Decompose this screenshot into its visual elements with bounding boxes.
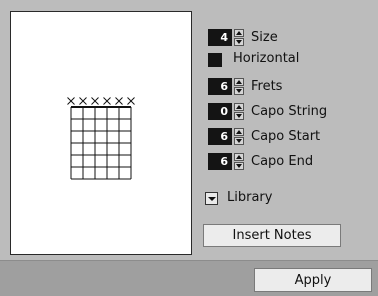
chord-diagram-preview: [10, 11, 192, 255]
spin-up-icon[interactable]: [234, 77, 244, 86]
spin-down-icon[interactable]: [234, 161, 244, 170]
size-value[interactable]: 4: [208, 28, 232, 46]
chord-diagram: [67, 97, 135, 180]
capo-end-value[interactable]: 6: [208, 152, 232, 170]
frets-label: Frets: [251, 78, 283, 94]
library-dropdown[interactable]: [205, 192, 218, 205]
spin-down-icon[interactable]: [234, 37, 244, 46]
spin-down-icon[interactable]: [234, 86, 244, 95]
apply-button[interactable]: Apply: [254, 268, 372, 292]
capo-end-control: 6 Capo End: [208, 152, 313, 170]
capo-end-spinner[interactable]: [234, 152, 244, 170]
spin-up-icon[interactable]: [234, 127, 244, 136]
chord-editor-panel: 4 Size Horizontal 6 Frets 0 Capo String …: [0, 0, 378, 260]
horizontal-checkbox[interactable]: [208, 53, 222, 67]
size-spinner[interactable]: [234, 28, 244, 46]
spin-up-icon[interactable]: [234, 28, 244, 37]
capo-string-value[interactable]: 0: [208, 102, 232, 120]
capo-start-control: 6 Capo Start: [208, 127, 320, 145]
frets-control: 6 Frets: [208, 77, 282, 95]
capo-string-spinner[interactable]: [234, 102, 244, 120]
capo-string-label: Capo String: [251, 103, 328, 119]
horizontal-label: Horizontal: [233, 51, 300, 66]
spin-down-icon[interactable]: [234, 136, 244, 145]
library-label: Library: [227, 190, 273, 205]
spin-up-icon[interactable]: [234, 152, 244, 161]
spin-down-icon[interactable]: [234, 111, 244, 120]
capo-start-value[interactable]: 6: [208, 127, 232, 145]
insert-notes-button[interactable]: Insert Notes: [203, 224, 341, 247]
spin-up-icon[interactable]: [234, 102, 244, 111]
size-label: Size: [251, 29, 278, 45]
frets-value[interactable]: 6: [208, 77, 232, 95]
capo-start-spinner[interactable]: [234, 127, 244, 145]
capo-string-control: 0 Capo String: [208, 102, 327, 120]
capo-start-label: Capo Start: [251, 128, 321, 144]
frets-spinner[interactable]: [234, 77, 244, 95]
size-control: 4 Size: [208, 28, 278, 46]
capo-end-label: Capo End: [251, 153, 314, 169]
